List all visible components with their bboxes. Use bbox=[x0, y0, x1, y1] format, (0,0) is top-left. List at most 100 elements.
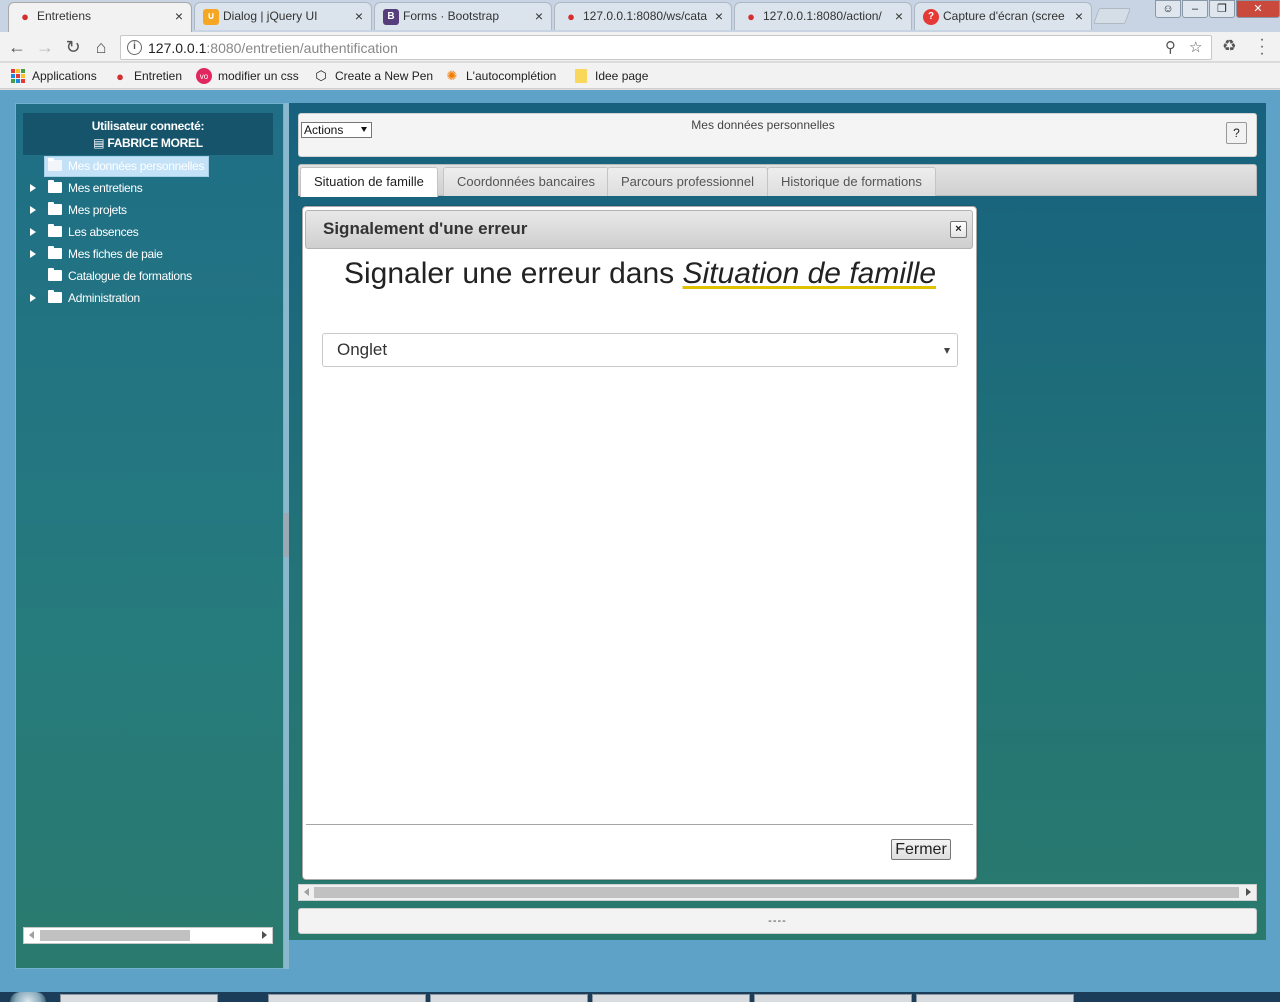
sidebar-horizontal-scrollbar[interactable] bbox=[23, 927, 273, 944]
connected-user-name-row: ▤ FABRICE MOREL bbox=[23, 135, 273, 152]
tab-situation-de-famille[interactable]: Situation de famille bbox=[300, 167, 438, 197]
site-info-icon[interactable]: i bbox=[127, 40, 142, 55]
close-icon[interactable]: × bbox=[715, 3, 723, 29]
tree-item-catalogue-de-formations[interactable]: Catalogue de formations bbox=[28, 265, 278, 287]
jquery-icon: ∪ bbox=[203, 9, 219, 25]
content-horizontal-scrollbar[interactable] bbox=[298, 884, 1257, 901]
os-taskbar bbox=[0, 992, 1280, 1002]
bookmark-modifier-css[interactable]: vo modifier un css bbox=[196, 68, 299, 84]
tree-item-mes-donnees-personnelles[interactable]: Mes données personnelles bbox=[28, 155, 278, 177]
connected-user-label: Utilisateur connecté: bbox=[91, 119, 205, 133]
window-close-icon[interactable]: ✕ bbox=[1236, 0, 1280, 18]
reload-icon[interactable]: ↻ bbox=[62, 36, 84, 58]
connected-user-box: Utilisateur connecté: ▤ FABRICE MOREL bbox=[23, 113, 273, 155]
expand-arrow-icon[interactable] bbox=[30, 184, 36, 192]
tab-parcours-professionnel[interactable]: Parcours professionnel bbox=[607, 167, 768, 196]
error-report-dialog bbox=[302, 206, 977, 880]
restore-icon[interactable]: ❐ bbox=[1209, 0, 1235, 18]
speech-bubble-icon: ● bbox=[116, 68, 124, 84]
browser-tab-strip: ● Entretiens × ∪ Dialog | jQuery UI × B … bbox=[0, 0, 1280, 32]
url-path: :8080/entretien/authentification bbox=[206, 40, 398, 56]
bookmark-label: Applications bbox=[32, 69, 97, 83]
codepen-icon: ⬡ bbox=[315, 68, 327, 83]
taskbar-item[interactable] bbox=[268, 994, 426, 1002]
expand-arrow-icon[interactable] bbox=[30, 228, 36, 236]
browser-tab-entretiens[interactable]: ● Entretiens × bbox=[8, 2, 192, 32]
taskbar-item[interactable] bbox=[430, 994, 588, 1002]
bookmark-autocompletion[interactable]: ✺ L'autocomplétion bbox=[444, 68, 557, 84]
expand-arrow-icon[interactable] bbox=[30, 250, 36, 258]
user-profile-icon[interactable]: ☺ bbox=[1155, 0, 1181, 18]
dialog-title: Signalement d'une erreur bbox=[323, 219, 528, 238]
close-icon[interactable]: × bbox=[895, 3, 903, 29]
tab-historique-de-formations[interactable]: Historique de formations bbox=[767, 167, 936, 196]
footer-panel: ---- bbox=[298, 908, 1257, 934]
tree-item-mes-entretiens[interactable]: Mes entretiens bbox=[28, 177, 278, 199]
tab-coordonnees-bancaires[interactable]: Coordonnées bancaires bbox=[443, 167, 610, 196]
start-button[interactable] bbox=[10, 992, 46, 1002]
tree-item-label: Mes entretiens bbox=[68, 181, 143, 195]
close-icon[interactable]: × bbox=[175, 3, 183, 29]
bookmark-label: L'autocomplétion bbox=[466, 69, 557, 83]
dialog-close-icon[interactable]: × bbox=[950, 221, 967, 238]
help-button[interactable]: ? bbox=[1226, 122, 1247, 144]
extension-icon[interactable]: ♻ bbox=[1222, 36, 1236, 56]
browser-tab-capture[interactable]: ? Capture d'écran (scree × bbox=[914, 2, 1092, 30]
browser-tab-title: Dialog | jQuery UI bbox=[223, 9, 318, 23]
browser-tab-title: 127.0.0.1:8080/ws/cata bbox=[583, 9, 708, 23]
swirl-icon: ✺ bbox=[446, 68, 458, 83]
bookmark-label: modifier un css bbox=[218, 69, 299, 83]
speech-bubble-icon: ● bbox=[747, 9, 755, 24]
tree-item-mes-fiches-de-paie[interactable]: Mes fiches de paie bbox=[28, 243, 278, 265]
scroll-right-icon[interactable] bbox=[1246, 888, 1251, 896]
tree-item-les-absences[interactable]: Les absences bbox=[28, 221, 278, 243]
browser-tab-action[interactable]: ● 127.0.0.1:8080/action/ × bbox=[734, 2, 912, 30]
new-tab-button[interactable] bbox=[1093, 8, 1131, 24]
forward-arrow-icon[interactable]: → bbox=[34, 36, 56, 58]
actions-dropdown[interactable]: Actions bbox=[301, 122, 372, 138]
bookmark-applications[interactable]: Applications bbox=[10, 68, 97, 84]
browser-tab-ws-cata[interactable]: ● 127.0.0.1:8080/ws/cata × bbox=[554, 2, 732, 30]
page-title: Mes données personnelles bbox=[691, 118, 835, 132]
scroll-left-icon[interactable] bbox=[304, 888, 309, 896]
bookmark-star-icon[interactable]: ☆ bbox=[1189, 38, 1202, 56]
navigation-tree: Mes données personnelles Mes entretiens … bbox=[28, 155, 278, 309]
home-icon[interactable]: ⌂ bbox=[90, 36, 112, 58]
bookmark-idee-page[interactable]: Idee page bbox=[573, 68, 648, 84]
browser-tab-bootstrap-forms[interactable]: B Forms · Bootstrap × bbox=[374, 2, 552, 30]
menu-icon[interactable]: · · · bbox=[1257, 32, 1267, 62]
tree-item-label: Les absences bbox=[68, 225, 139, 239]
tree-item-mes-projets[interactable]: Mes projets bbox=[28, 199, 278, 221]
bookmark-entretien[interactable]: ● Entretien bbox=[112, 68, 182, 84]
folder-icon bbox=[573, 68, 589, 84]
tree-item-administration[interactable]: Administration bbox=[28, 287, 278, 309]
taskbar-item[interactable] bbox=[592, 994, 750, 1002]
browser-tab-jquery-dialog[interactable]: ∪ Dialog | jQuery UI × bbox=[194, 2, 372, 30]
back-arrow-icon[interactable]: ← bbox=[6, 36, 28, 58]
scroll-left-icon[interactable] bbox=[29, 931, 34, 939]
expand-arrow-icon[interactable] bbox=[30, 294, 36, 302]
scrollbar-thumb[interactable] bbox=[40, 930, 190, 941]
minimize-icon[interactable]: – bbox=[1182, 0, 1208, 18]
expand-arrow-icon[interactable] bbox=[30, 206, 36, 214]
tree-item-label: Mes projets bbox=[68, 203, 127, 217]
bootstrap-icon: B bbox=[383, 9, 399, 25]
close-icon[interactable]: × bbox=[355, 3, 363, 29]
address-bar[interactable]: i 127.0.0.1:8080/entretien/authentificat… bbox=[120, 35, 1212, 60]
taskbar-item[interactable] bbox=[60, 994, 218, 1002]
close-button[interactable]: Fermer bbox=[891, 839, 951, 860]
tree-item-label: Administration bbox=[68, 291, 140, 305]
bookmark-codepen[interactable]: ⬡ Create a New Pen bbox=[313, 68, 433, 84]
scroll-right-icon[interactable] bbox=[262, 931, 267, 939]
taskbar-item[interactable] bbox=[754, 994, 912, 1002]
tree-item-label: Mes fiches de paie bbox=[68, 247, 163, 261]
browser-tab-title: Entretiens bbox=[37, 9, 92, 23]
taskbar-item[interactable] bbox=[916, 994, 1074, 1002]
close-icon[interactable]: × bbox=[535, 3, 543, 29]
zoom-icon[interactable]: ⚲ bbox=[1165, 38, 1176, 56]
onglet-select[interactable]: Onglet bbox=[322, 333, 958, 367]
scrollbar-thumb[interactable] bbox=[314, 887, 1239, 898]
close-icon[interactable]: × bbox=[1075, 3, 1083, 29]
folder-icon bbox=[48, 180, 62, 193]
folder-icon bbox=[48, 268, 62, 281]
